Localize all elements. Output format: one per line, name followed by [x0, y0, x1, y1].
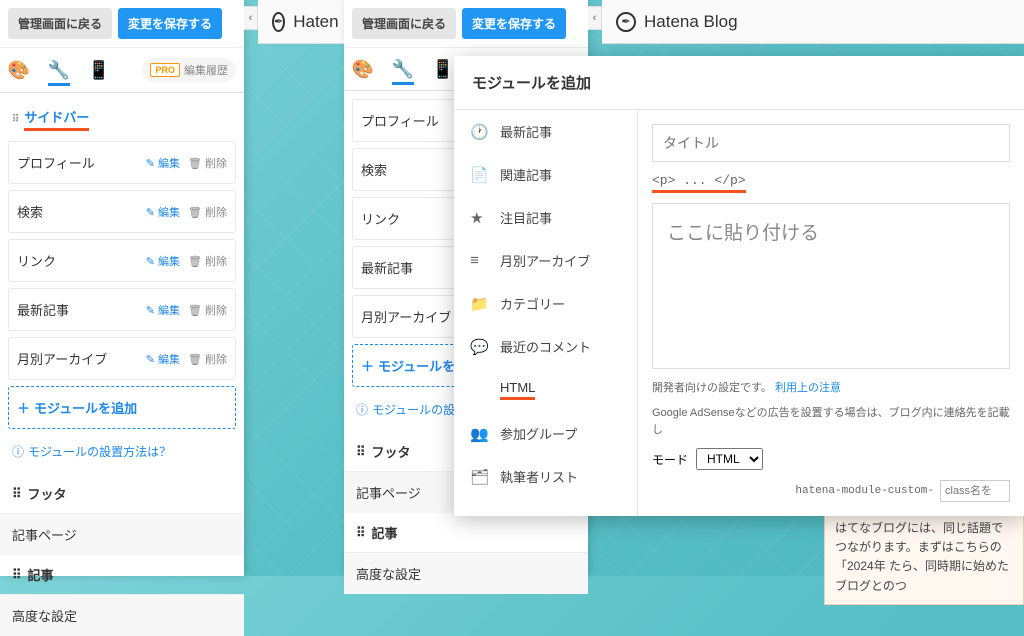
- help-link[interactable]: ⓘモジュールの設置方法は？: [0, 439, 244, 474]
- plus-icon: ＋: [17, 398, 30, 417]
- adsense-note: Google AdSenseなどの広告を設置する場合は、ブログ内に連絡先を記載し: [652, 405, 1010, 438]
- plus-icon: ＋: [361, 356, 374, 375]
- modal-nav-item[interactable]: ≡月別アーカイブ: [454, 239, 637, 282]
- edit-link[interactable]: ✎ 編集: [146, 253, 180, 269]
- mobile-icon[interactable]: 📱: [432, 58, 454, 80]
- delete-link[interactable]: 🗑 削除: [188, 302, 227, 318]
- history-badge[interactable]: PRO 編集履歴: [142, 58, 236, 82]
- back-button[interactable]: 管理画面に戻る: [8, 8, 112, 39]
- sidebar-module-item[interactable]: 最新記事✎ 編集🗑 削除: [8, 288, 236, 331]
- delete-link[interactable]: 🗑 削除: [188, 204, 227, 220]
- modal-nav-item[interactable]: ★注目記事: [454, 196, 637, 239]
- nav-icon: 📄: [470, 166, 488, 184]
- nav-icon: 💬: [470, 338, 488, 356]
- save-button[interactable]: 変更を保存する: [118, 8, 222, 39]
- collapse-toggle[interactable]: ‹: [244, 6, 258, 30]
- section-sidebar[interactable]: ⠿ サイドバー: [0, 93, 244, 141]
- nav-icon: 📁: [470, 295, 488, 313]
- code-hint: <p> ... </p>: [652, 172, 1010, 193]
- nav-icon: 🗂: [470, 468, 488, 486]
- section-article[interactable]: ⠿記事: [0, 555, 244, 594]
- help-icon: ⓘ: [12, 443, 24, 460]
- collapse-toggle[interactable]: ‹: [588, 6, 602, 30]
- class-prefix: hatena-module-custom-: [795, 485, 934, 497]
- header-bar: 管理画面に戻る 変更を保存する: [0, 0, 244, 48]
- hatena-brand: ✒ Haten: [258, 0, 348, 44]
- advanced-settings-item[interactable]: 高度な設定: [0, 594, 244, 636]
- modal-nav-item[interactable]: 💬最近のコメント: [454, 325, 637, 368]
- article-page-item[interactable]: 記事ページ: [0, 513, 244, 555]
- html-textarea[interactable]: ここに貼り付ける: [652, 203, 1010, 369]
- mode-row: モード HTML: [652, 448, 1010, 470]
- save-button[interactable]: 変更を保存する: [462, 8, 566, 39]
- design-panel-left: 管理画面に戻る 変更を保存する ‹ 🎨 🔧 📱 PRO 編集履歴 ⠿ サイドバー…: [0, 0, 244, 576]
- mobile-icon[interactable]: 📱: [88, 59, 110, 81]
- wrench-icon[interactable]: 🔧: [392, 63, 414, 85]
- palette-icon[interactable]: 🎨: [352, 58, 374, 80]
- drag-handle-icon: ⠿: [12, 486, 22, 502]
- drag-handle-icon: ⠿: [12, 567, 22, 583]
- modal-nav-item[interactable]: 🕐最新記事: [454, 110, 637, 153]
- palette-icon[interactable]: 🎨: [8, 59, 30, 81]
- nav-icon: 🕐: [470, 123, 488, 141]
- promo-text: はてなブログには、同じ話題でつながります。まずはこちらの「2024年 たら、同時…: [824, 510, 1024, 605]
- drag-handle-icon: ⠿: [12, 114, 18, 125]
- modal-nav-item[interactable]: HTML: [454, 368, 637, 412]
- section-footer[interactable]: ⠿フッタ: [0, 474, 244, 513]
- sidebar-module-item[interactable]: 検索✎ 編集🗑 削除: [8, 190, 236, 233]
- usage-notice-link[interactable]: 利用上の注意: [775, 382, 841, 394]
- edit-link[interactable]: ✎ 編集: [146, 204, 180, 220]
- dev-note: 開発者向けの設定です。 利用上の注意: [652, 379, 1010, 395]
- class-name-input[interactable]: [940, 480, 1010, 502]
- mode-select[interactable]: HTML: [696, 448, 763, 470]
- nav-icon: ≡: [470, 252, 488, 269]
- sidebar-module-item[interactable]: リンク✎ 編集🗑 削除: [8, 239, 236, 282]
- delete-link[interactable]: 🗑 削除: [188, 253, 227, 269]
- modal-nav-item[interactable]: 🗂執筆者リスト: [454, 455, 637, 498]
- delete-link[interactable]: 🗑 削除: [188, 155, 227, 171]
- delete-link[interactable]: 🗑 削除: [188, 351, 227, 367]
- modal-nav-item[interactable]: 📄関連記事: [454, 153, 637, 196]
- edit-link[interactable]: ✎ 編集: [146, 351, 180, 367]
- nav-icon: ★: [470, 209, 488, 227]
- module-title-input[interactable]: [652, 124, 1010, 162]
- modal-title: モジュールを追加: [454, 56, 1024, 110]
- modal-nav-item[interactable]: 👥参加グループ: [454, 412, 637, 455]
- sidebar-module-item[interactable]: プロフィール✎ 編集🗑 削除: [8, 141, 236, 184]
- help-icon: ⓘ: [356, 401, 368, 418]
- add-module-modal: モジュールを追加 🕐最新記事📄関連記事★注目記事≡月別アーカイブ📁カテゴリー💬最…: [454, 56, 1024, 516]
- modal-main: <p> ... </p> ここに貼り付ける 開発者向けの設定です。 利用上の注意…: [638, 110, 1024, 516]
- hatena-logo-icon: ✒: [616, 12, 636, 32]
- sidebar-module-item[interactable]: 月別アーカイブ✎ 編集🗑 削除: [8, 337, 236, 380]
- hatena-brand: ✒ Hatena Blog: [602, 0, 1024, 44]
- wrench-icon[interactable]: 🔧: [48, 64, 70, 86]
- edit-link[interactable]: ✎ 編集: [146, 302, 180, 318]
- edit-link[interactable]: ✎ 編集: [146, 155, 180, 171]
- tab-row: 🎨 🔧 📱 PRO 編集履歴: [0, 48, 244, 93]
- modal-nav-item[interactable]: 📁カテゴリー: [454, 282, 637, 325]
- back-button[interactable]: 管理画面に戻る: [352, 8, 456, 39]
- modal-nav: 🕐最新記事📄関連記事★注目記事≡月別アーカイブ📁カテゴリー💬最近のコメントHTM…: [454, 110, 638, 516]
- pro-tag: PRO: [150, 63, 180, 77]
- hatena-logo-icon: ✒: [272, 12, 285, 32]
- add-module-button[interactable]: ＋モジュールを追加: [8, 386, 236, 429]
- class-row: hatena-module-custom-: [652, 480, 1010, 502]
- nav-icon: 👥: [470, 425, 488, 443]
